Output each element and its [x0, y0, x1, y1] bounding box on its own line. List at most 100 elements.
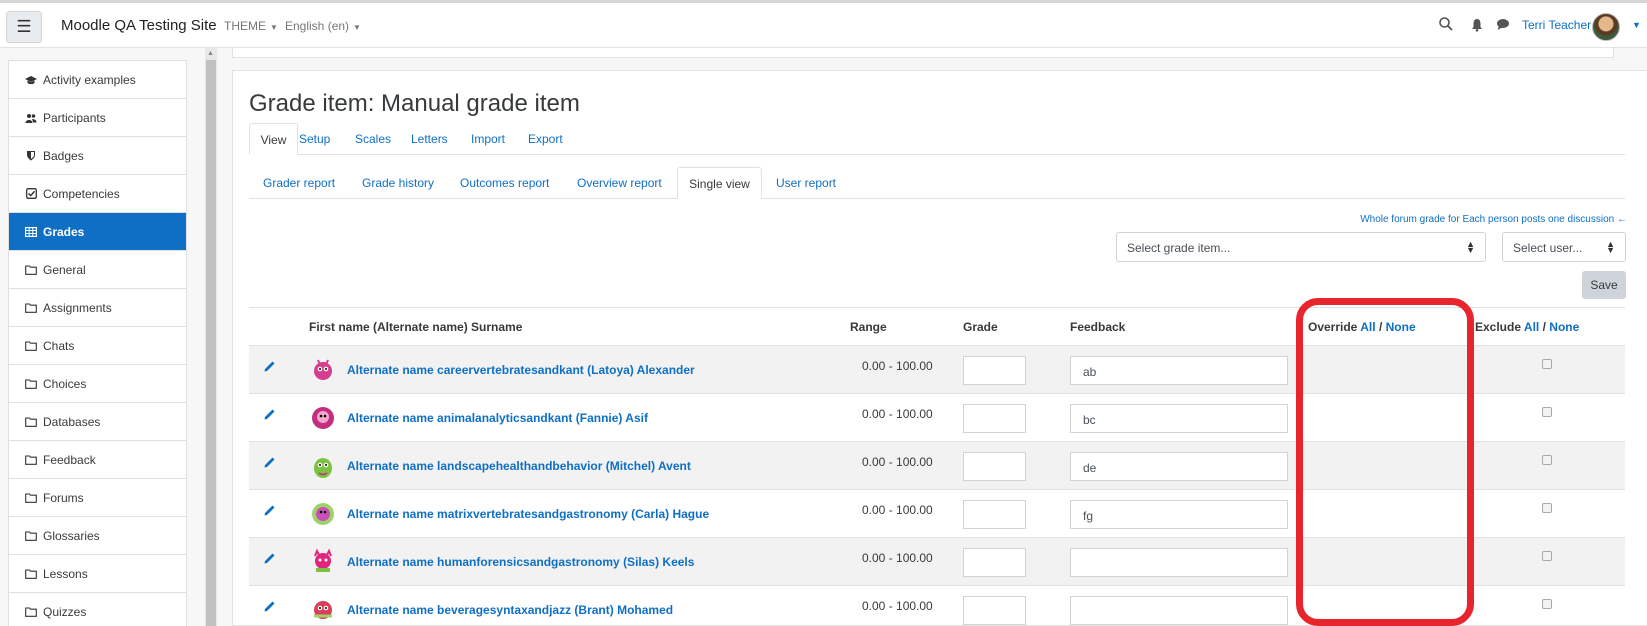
- sidebar-item-label: General: [43, 262, 86, 277]
- sidebar-item-label: Feedback: [43, 452, 96, 467]
- override-all-link[interactable]: All: [1360, 320, 1375, 334]
- user-picture[interactable]: [309, 452, 337, 480]
- grade-input[interactable]: [963, 452, 1026, 481]
- feedback-input[interactable]: [1070, 596, 1288, 625]
- tab-grade-history[interactable]: Grade history: [362, 167, 434, 199]
- pencil-icon[interactable]: [263, 599, 277, 613]
- grade-input[interactable]: [963, 356, 1026, 385]
- user-name-link[interactable]: Alternate name beveragesyntaxandjazz (Br…: [347, 603, 673, 617]
- grade-input[interactable]: [963, 404, 1026, 433]
- sidebar-item-feedback[interactable]: Feedback: [9, 441, 186, 479]
- hamburger-menu-button[interactable]: ☰: [6, 11, 42, 43]
- top-navbar: ☰ Moodle QA Testing Site THEME ▼ English …: [0, 0, 1647, 48]
- exclude-all-link[interactable]: All: [1524, 320, 1539, 334]
- tab-single-view[interactable]: Single view: [677, 167, 762, 199]
- feedback-input[interactable]: fg: [1070, 500, 1288, 529]
- sidebar-item-choices[interactable]: Choices: [9, 365, 186, 403]
- scrollbar-thumb[interactable]: [206, 60, 216, 626]
- sidebar-item-participants[interactable]: Participants: [9, 99, 186, 137]
- header-card-bottom: [232, 48, 1614, 58]
- pencil-icon[interactable]: [263, 407, 277, 421]
- drawer-list: Activity examples Participants Badges Co…: [8, 60, 187, 626]
- search-icon[interactable]: [1438, 16, 1454, 32]
- pencil-icon[interactable]: [263, 503, 277, 517]
- user-name-link[interactable]: Alternate name animalanalyticsandkant (F…: [347, 411, 648, 425]
- feedback-input[interactable]: de: [1070, 452, 1288, 481]
- check-square-icon: [25, 188, 37, 200]
- select-grade-item-dropdown[interactable]: Select grade item... ▲ ▼: [1116, 232, 1486, 262]
- feedback-input[interactable]: [1070, 548, 1288, 577]
- sidebar-item-badges[interactable]: Badges: [9, 137, 186, 175]
- tab-scales[interactable]: Scales: [355, 123, 391, 155]
- sidebar-item-glossaries[interactable]: Glossaries: [9, 517, 186, 555]
- user-picture[interactable]: [309, 596, 337, 624]
- pencil-icon[interactable]: [263, 551, 277, 565]
- language-menu[interactable]: English (en) ▼: [285, 19, 361, 33]
- avatar[interactable]: [1592, 13, 1620, 41]
- exclude-checkbox[interactable]: [1542, 599, 1552, 609]
- grade-input[interactable]: [963, 596, 1026, 625]
- sidebar-item-forums[interactable]: Forums: [9, 479, 186, 517]
- users-icon: [25, 112, 37, 124]
- grade-input[interactable]: [963, 548, 1026, 577]
- sidebar-item-quizzes[interactable]: Quizzes: [9, 593, 186, 626]
- user-name-link[interactable]: Alternate name careervertebratesandkant …: [347, 363, 695, 377]
- tab-letters[interactable]: Letters: [411, 123, 448, 155]
- sidebar-item-competencies[interactable]: Competencies: [9, 175, 186, 213]
- user-picture[interactable]: [309, 500, 337, 528]
- tab-grader-report[interactable]: Grader report: [263, 167, 335, 199]
- exclude-checkbox[interactable]: [1542, 407, 1552, 417]
- user-name-link[interactable]: Alternate name humanforensicsandgastrono…: [347, 555, 694, 569]
- grade-range: 0.00 - 100.00: [862, 359, 933, 373]
- caret-down-icon[interactable]: ▼: [1632, 20, 1641, 30]
- exclude-checkbox[interactable]: [1542, 359, 1552, 369]
- sidebar-item-chats[interactable]: Chats: [9, 327, 186, 365]
- user-menu-name[interactable]: Terri Teacher: [1522, 18, 1591, 32]
- tab-export[interactable]: Export: [528, 123, 563, 155]
- user-name-link[interactable]: Alternate name landscapehealthandbehavio…: [347, 459, 691, 473]
- exclude-none-link[interactable]: None: [1549, 320, 1579, 334]
- chat-icon[interactable]: [1496, 18, 1510, 31]
- tab-overview-report[interactable]: Overview report: [577, 167, 662, 199]
- whole-forum-grade-link[interactable]: Whole forum grade for Each person posts …: [1360, 214, 1627, 225]
- grade-range: 0.00 - 100.00: [862, 455, 933, 469]
- pencil-icon[interactable]: [263, 359, 277, 373]
- tab-view[interactable]: View: [249, 123, 298, 155]
- drawer-scrollbar[interactable]: ▲: [205, 48, 217, 626]
- exclude-label: Exclude: [1475, 320, 1522, 334]
- sidebar-item-databases[interactable]: Databases: [9, 403, 186, 441]
- user-picture[interactable]: [309, 356, 337, 384]
- bell-icon[interactable]: [1470, 18, 1484, 32]
- user-picture[interactable]: [309, 404, 337, 432]
- user-picture[interactable]: [309, 548, 337, 576]
- tab-setup[interactable]: Setup: [299, 123, 330, 155]
- sidebar-item-grades[interactable]: Grades: [9, 213, 186, 251]
- grade-range: 0.00 - 100.00: [862, 551, 933, 565]
- sidebar-item-lessons[interactable]: Lessons: [9, 555, 186, 593]
- grade-input[interactable]: [963, 500, 1026, 529]
- select-user-dropdown[interactable]: Select user... ▲ ▼: [1502, 232, 1626, 262]
- override-none-link[interactable]: None: [1386, 320, 1416, 334]
- tab-user-report[interactable]: User report: [776, 167, 836, 199]
- sidebar-item-label: Choices: [43, 376, 87, 391]
- save-button[interactable]: Save: [1582, 271, 1626, 299]
- sidebar-item-general[interactable]: General: [9, 251, 186, 289]
- sidebar-item-label: Badges: [43, 148, 84, 163]
- sidebar-item-activity-examples[interactable]: Activity examples: [9, 61, 186, 99]
- column-header-name[interactable]: First name (Alternate name) Surname: [309, 320, 522, 334]
- pencil-icon[interactable]: [263, 455, 277, 469]
- sidebar-item-label: Quizzes: [43, 604, 87, 619]
- feedback-input[interactable]: ab: [1070, 356, 1288, 385]
- sidebar-item-assignments[interactable]: Assignments: [9, 289, 186, 327]
- scroll-up-arrow-icon[interactable]: ▲: [207, 50, 214, 57]
- exclude-checkbox[interactable]: [1542, 503, 1552, 513]
- site-name-link[interactable]: Moodle QA Testing Site: [61, 17, 217, 34]
- exclude-checkbox[interactable]: [1542, 551, 1552, 561]
- user-name-link[interactable]: Alternate name matrixvertebratesandgastr…: [347, 507, 709, 521]
- caret-down-icon: ▼: [270, 23, 278, 32]
- theme-menu[interactable]: THEME ▼: [224, 19, 278, 33]
- feedback-input[interactable]: bc: [1070, 404, 1288, 433]
- exclude-checkbox[interactable]: [1542, 455, 1552, 465]
- tab-outcomes-report[interactable]: Outcomes report: [460, 167, 549, 199]
- tab-import[interactable]: Import: [471, 123, 505, 155]
